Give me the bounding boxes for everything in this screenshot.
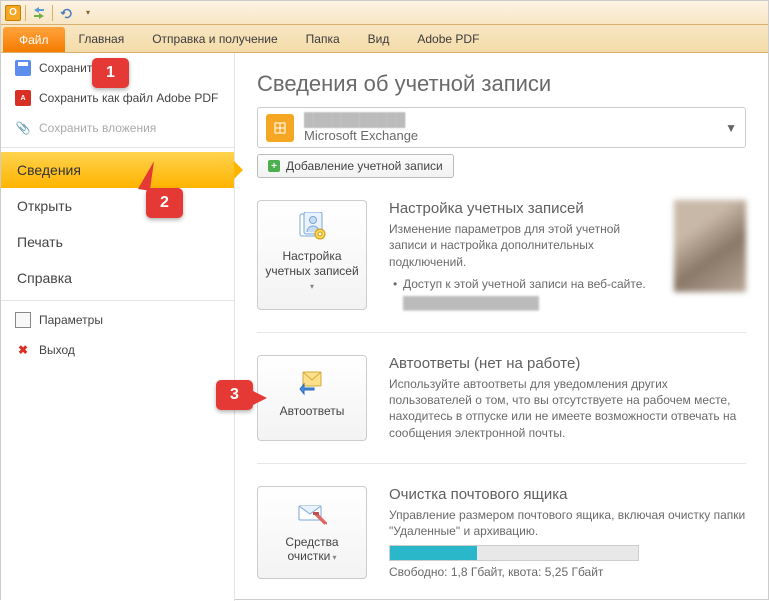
section-body: Очистка почтового ящика Управление разме…	[389, 486, 746, 579]
tab-view[interactable]: Вид	[354, 25, 404, 52]
backstage-content: Сведения об учетной записи ███████████ M…	[235, 53, 768, 601]
quota-bar	[389, 545, 639, 561]
separator	[1, 300, 234, 301]
tab-folder[interactable]: Папка	[292, 25, 354, 52]
sidebar-label: Справка	[17, 270, 72, 286]
account-selector[interactable]: ███████████ Microsoft Exchange ▼	[257, 107, 746, 148]
button-label: Настройка учетных записей	[264, 249, 360, 292]
pdf-icon: A	[15, 90, 31, 106]
sidebar-options[interactable]: Параметры	[1, 305, 234, 335]
exit-icon: ✖	[15, 342, 31, 358]
sidebar-item-open[interactable]: Открыть	[1, 188, 234, 224]
sidebar-label: Открыть	[17, 198, 72, 214]
annotation-callout-1: 1	[92, 58, 129, 88]
app-icon: O	[5, 5, 21, 21]
account-settings-button[interactable]: Настройка учетных записей	[257, 200, 367, 310]
separator	[25, 5, 26, 21]
section-title: Очистка почтового ящика	[389, 486, 746, 503]
quota-fill	[390, 546, 477, 560]
section-body: Настройка учетных записей Изменение пара…	[389, 200, 652, 310]
button-label: Средства очистки	[264, 535, 360, 564]
exchange-icon	[266, 114, 294, 142]
section-cleanup: Средства очистки Очистка почтового ящика…	[257, 464, 746, 601]
quick-access-toolbar: O	[1, 1, 768, 25]
annotation-callout-2: 2	[146, 188, 183, 218]
sidebar-label: Печать	[17, 234, 63, 250]
sidebar-label: Сохранить	[39, 61, 99, 75]
account-type: Microsoft Exchange	[304, 128, 715, 144]
attachment-icon: 📎	[15, 120, 31, 136]
section-account-settings: Настройка учетных записей Настройка учет…	[257, 178, 746, 333]
auto-replies-button[interactable]: Автоответы	[257, 355, 367, 441]
section-bullet: Доступ к этой учетной записи на веб-сайт…	[389, 276, 652, 292]
customize-qat-icon[interactable]	[79, 4, 97, 22]
tab-send-receive[interactable]: Отправка и получение	[138, 25, 291, 52]
sidebar-label: Сохранить вложения	[39, 121, 156, 135]
quota-text: Свободно: 1,8 Гбайт, квота: 5,25 Гбайт	[389, 565, 746, 579]
sidebar-label: Выход	[39, 343, 75, 357]
sidebar-label: Параметры	[39, 313, 103, 327]
sidebar-item-info[interactable]: Сведения	[1, 152, 234, 188]
section-desc: Управление размером почтового ящика, вкл…	[389, 507, 746, 539]
undo-icon[interactable]	[57, 4, 75, 22]
send-receive-icon[interactable]	[30, 4, 48, 22]
save-icon	[15, 60, 31, 76]
sidebar-item-print[interactable]: Печать	[1, 224, 234, 260]
section-title: Автоответы (нет на работе)	[389, 355, 746, 372]
sidebar-label: Сведения	[17, 162, 81, 178]
sidebar-item-help[interactable]: Справка	[1, 260, 234, 296]
cleanup-icon	[294, 497, 330, 529]
plus-icon: +	[268, 160, 280, 172]
separator	[52, 5, 53, 21]
add-account-label: Добавление учетной записи	[286, 159, 443, 173]
section-title: Настройка учетных записей	[389, 200, 652, 217]
chevron-down-icon: ▼	[725, 121, 737, 135]
auto-reply-icon	[294, 366, 330, 398]
account-text: ███████████ Microsoft Exchange	[304, 112, 715, 143]
add-account-button[interactable]: + Добавление учетной записи	[257, 154, 454, 178]
user-avatar-blurred	[674, 200, 746, 292]
section-desc: Изменение параметров для этой учетной за…	[389, 221, 652, 270]
section-body: Автоответы (нет на работе) Используйте а…	[389, 355, 746, 441]
account-name-blurred: ███████████	[304, 112, 715, 128]
tab-adobe-pdf[interactable]: Adobe PDF	[403, 25, 493, 52]
tab-file[interactable]: Файл	[3, 27, 65, 52]
accounts-icon	[294, 211, 330, 243]
options-icon	[15, 312, 31, 328]
backstage-sidebar: Сохранить A Сохранить как файл Adobe PDF…	[1, 53, 235, 601]
annotation-callout-3: 3	[216, 380, 253, 410]
ribbon-tabs: Файл Главная Отправка и получение Папка …	[1, 25, 768, 53]
button-label: Автоответы	[280, 404, 345, 418]
web-access-link-blurred[interactable]: ████████████████	[389, 296, 652, 310]
page-title: Сведения об учетной записи	[257, 71, 746, 97]
sidebar-label: Сохранить как файл Adobe PDF	[39, 91, 218, 105]
sidebar-exit[interactable]: ✖ Выход	[1, 335, 234, 365]
separator	[1, 147, 234, 148]
tab-home[interactable]: Главная	[65, 25, 139, 52]
cleanup-tools-button[interactable]: Средства очистки	[257, 486, 367, 579]
section-desc: Используйте автоответы для уведомления д…	[389, 376, 746, 441]
section-auto-replies: Автоответы Автоответы (нет на работе) Ис…	[257, 333, 746, 464]
sidebar-save-attachments: 📎 Сохранить вложения	[1, 113, 234, 143]
